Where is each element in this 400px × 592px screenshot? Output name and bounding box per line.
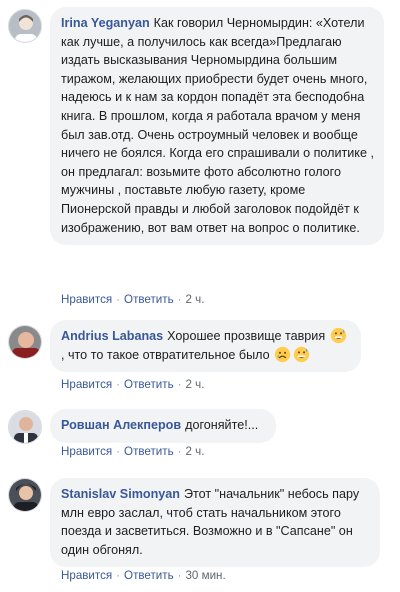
avatar[interactable] xyxy=(8,478,42,512)
profile-photo-icon xyxy=(9,479,41,511)
reply-link[interactable]: Ответить xyxy=(124,445,174,458)
comment-actions: Нравится · Ответить · 30 мин. xyxy=(61,569,226,582)
separator: · xyxy=(177,378,182,391)
comment-time[interactable]: 2 ч. xyxy=(185,378,204,391)
separator: · xyxy=(177,445,182,458)
separator: · xyxy=(177,569,182,582)
avatar[interactable] xyxy=(8,325,42,359)
sad-tear-emoji-icon xyxy=(274,346,291,363)
profile-photo-icon xyxy=(9,326,41,358)
separator: · xyxy=(116,378,121,391)
reply-link[interactable]: Ответить xyxy=(124,378,174,391)
comment-time[interactable]: 2 ч. xyxy=(185,293,204,306)
profile-photo-icon xyxy=(9,411,41,443)
comment-bubble: Stanislav Simonyan Этот "начальник" небос… xyxy=(50,478,380,568)
comment-time[interactable]: 2 ч. xyxy=(185,445,204,458)
like-link[interactable]: Нравится xyxy=(61,569,112,582)
reply-link[interactable]: Ответить xyxy=(124,569,174,582)
comment-actions: Нравится · Ответить · 2 ч. xyxy=(61,445,204,458)
comment-bubble: Irina Yeganyan Как говорил Черномырдин: «… xyxy=(50,7,384,246)
comment-text: Как говорил Черномырдин: «Хотели как луч… xyxy=(61,16,374,235)
comment-author[interactable]: Irina Yeganyan xyxy=(61,16,150,30)
reply-link[interactable]: Ответить xyxy=(124,293,174,306)
comment-actions: Нравится · Ответить · 2 ч. xyxy=(61,378,204,391)
avatar[interactable] xyxy=(8,9,42,43)
comment-time[interactable]: 30 мин. xyxy=(185,569,225,582)
like-link[interactable]: Нравится xyxy=(61,445,112,458)
separator: · xyxy=(116,445,121,458)
comment-text: догоняйте!... xyxy=(185,418,259,432)
comment-actions: Нравится · Ответить · 2 ч. xyxy=(61,293,204,306)
like-link[interactable]: Нравится xyxy=(61,293,112,306)
comment-author[interactable]: Stanislav Simonyan xyxy=(61,487,180,501)
comment-author[interactable]: Andrius Labanas xyxy=(61,329,163,343)
separator: · xyxy=(116,293,121,306)
profile-photo-icon xyxy=(9,10,41,42)
separator: · xyxy=(177,293,182,306)
comment-text: Хорошее прозвище таврия xyxy=(167,329,326,343)
grinning-sweat-emoji-icon xyxy=(330,327,347,344)
comment-text: , что то такое отвратительное было xyxy=(61,347,270,362)
like-link[interactable]: Нравится xyxy=(61,378,112,391)
comment-author[interactable]: Ровшан Алекперов xyxy=(61,418,181,432)
avatar[interactable] xyxy=(8,410,42,444)
comment-bubble: Andrius Labanas Хорошее прозвище таврия ,… xyxy=(50,320,361,373)
comment-bubble: Ровшан Алекперов догоняйте!... xyxy=(50,409,276,443)
separator: · xyxy=(116,569,121,582)
grinning-sweat-emoji-icon xyxy=(293,346,310,363)
